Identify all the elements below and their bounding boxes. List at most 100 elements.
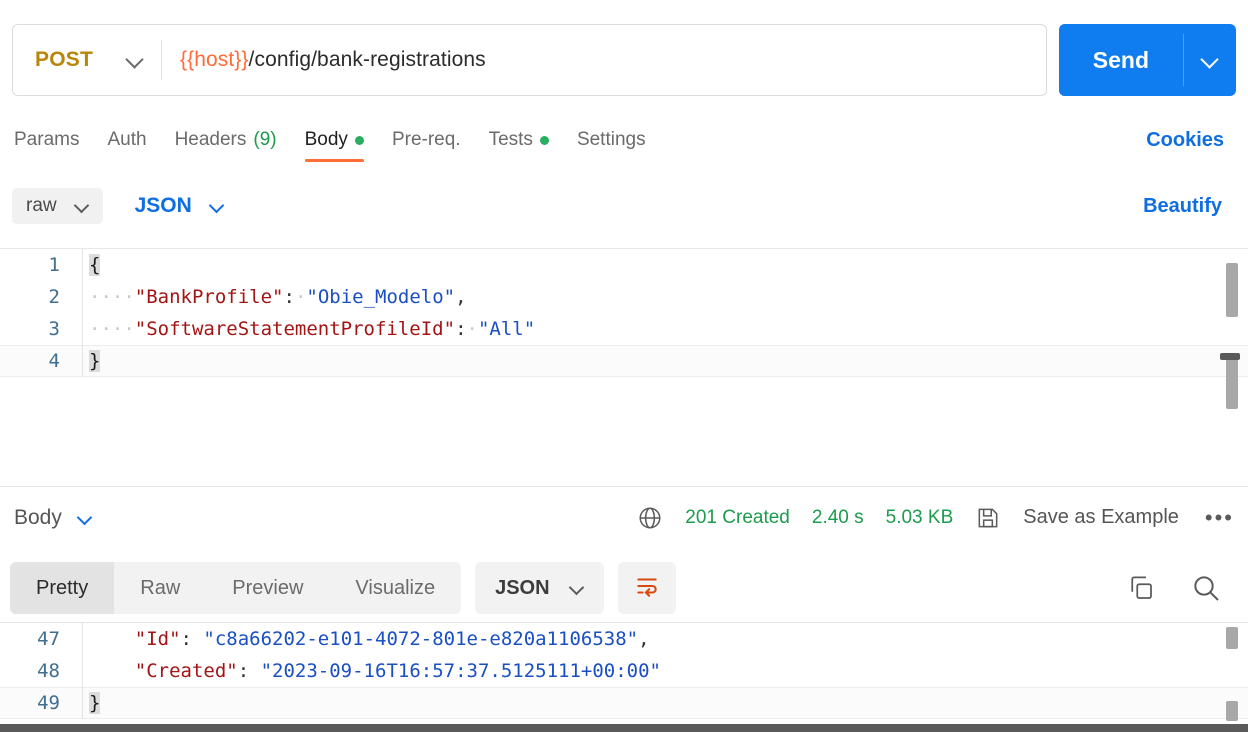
line-number: 4 <box>48 350 60 372</box>
line-number: 48 <box>37 660 60 682</box>
code-token: · <box>466 318 478 340</box>
response-actions <box>1126 572 1238 604</box>
code-token: ···· <box>89 286 135 308</box>
response-size: 5.03 KB <box>885 506 954 528</box>
code-line[interactable]: 47 "Id": "c8a66202-e101-4072-801e-e820a1… <box>0 623 1248 655</box>
response-body-label: Body <box>14 505 62 529</box>
tab-pretty[interactable]: Pretty <box>10 562 115 614</box>
code-line[interactable]: 2 ····"BankProfile":·"Obie_Modelo", <box>0 281 1248 313</box>
response-status: 201 Created <box>685 506 790 528</box>
code-line[interactable]: 4} <box>0 345 1248 377</box>
url-input-container[interactable]: POST {{host}}/config/bank-registrations <box>12 24 1047 96</box>
cookies-link[interactable]: Cookies <box>1146 118 1236 162</box>
word-wrap-toggle[interactable] <box>617 562 676 614</box>
line-number: 3 <box>48 318 60 340</box>
line-number: 47 <box>37 628 60 650</box>
floppy-save-icon[interactable] <box>975 505 1001 531</box>
body-format-selector[interactable]: JSON <box>123 187 236 225</box>
send-button[interactable]: Send <box>1058 24 1183 96</box>
tab-label: Pre-req. <box>391 129 461 150</box>
tab-label: Auth <box>107 129 147 150</box>
tab-preview[interactable]: Preview <box>206 562 329 614</box>
copy-icon[interactable] <box>1126 573 1156 603</box>
code-token: } <box>89 350 101 372</box>
response-view-tabs: Pretty Raw Preview Visualize <box>10 562 462 614</box>
code-token: , <box>455 286 467 308</box>
url-bar-row: POST {{host}}/config/bank-registrations … <box>0 0 1248 120</box>
response-time: 2.40 s <box>811 506 864 528</box>
response-body-editor[interactable]: 47 "Id": "c8a66202-e101-4072-801e-e820a1… <box>0 622 1248 732</box>
code-token: , <box>638 628 650 650</box>
postman-request-response-view: POST {{host}}/config/bank-registrations … <box>0 0 1248 732</box>
code-token: } <box>89 692 101 714</box>
code-text: "Created": "2023-09-16T16:57:37.5125111+… <box>83 655 661 687</box>
code-line[interactable]: 3 ····"SoftwareStatementProfileId":·"All" <box>0 313 1248 345</box>
code-token: "c8a66202-e101-4072-801e-e820a1106538" <box>203 628 639 650</box>
tab-raw[interactable]: Raw <box>114 562 206 614</box>
line-number: 1 <box>48 254 60 276</box>
code-token: "Created" <box>134 660 238 682</box>
response-editor-horizontal-scrollbar[interactable] <box>0 724 1248 732</box>
code-token: ···· <box>89 318 135 340</box>
tab-headers[interactable]: Headers (9) <box>161 118 291 162</box>
code-token: · <box>294 286 307 308</box>
http-method-selector[interactable]: POST <box>13 25 161 95</box>
code-token: { <box>89 254 101 276</box>
tab-label: Body <box>304 129 348 150</box>
tab-label: Headers <box>174 129 247 150</box>
code-token: "Id" <box>134 628 181 650</box>
url-input[interactable]: {{host}}/config/bank-registrations <box>162 48 1046 72</box>
code-token: : <box>180 628 204 650</box>
response-code-area[interactable]: 47 "Id": "c8a66202-e101-4072-801e-e820a1… <box>0 623 1248 719</box>
response-editor-scrollbar-lower[interactable] <box>1226 701 1238 721</box>
tab-pre-request[interactable]: Pre-req. <box>378 118 475 162</box>
code-line[interactable]: 1{ <box>0 249 1248 281</box>
code-token: "2023-09-16T16:57:37.5125111+00:00" <box>260 660 661 682</box>
tab-label: Tests <box>488 129 533 150</box>
tab-body[interactable]: Body <box>291 118 378 162</box>
search-icon[interactable] <box>1190 572 1222 604</box>
request-code-area[interactable]: 1{2 ····"BankProfile":·"Obie_Modelo", 3 ···… <box>0 249 1248 377</box>
response-format-label: JSON <box>495 576 550 599</box>
code-token: "All" <box>477 318 536 340</box>
tab-params[interactable]: Params <box>12 118 93 162</box>
tab-visualize[interactable]: Visualize <box>329 562 461 614</box>
ellipsis-horizontal-icon[interactable]: ••• <box>1201 505 1234 531</box>
response-meta-group: 201 Created 2.40 s 5.03 KB Save as Examp… <box>637 505 1234 531</box>
send-options-button[interactable] <box>1184 24 1236 96</box>
line-number: 49 <box>37 692 60 714</box>
request-editor-scrollbar-lower[interactable] <box>1226 359 1238 409</box>
response-body-selector[interactable]: Body <box>14 506 92 530</box>
chevron-down-icon <box>78 511 92 525</box>
code-line[interactable]: 49} <box>0 687 1248 719</box>
beautify-link[interactable]: Beautify <box>1143 195 1236 218</box>
headers-count: (9) <box>253 129 277 150</box>
code-line[interactable]: 48 "Created": "2023-09-16T16:57:37.51251… <box>0 655 1248 687</box>
response-editor-scrollbar[interactable] <box>1226 627 1238 649</box>
chevron-down-icon <box>210 199 224 213</box>
tab-settings[interactable]: Settings <box>563 118 660 162</box>
response-view-toolbar: Pretty Raw Preview Visualize JSON <box>0 556 1248 620</box>
body-type-row: raw JSON Beautify <box>0 176 1248 236</box>
tab-auth[interactable]: Auth <box>93 118 160 162</box>
request-body-editor[interactable]: 1{2 ····"BankProfile":·"Obie_Modelo", 3 ···… <box>0 248 1248 486</box>
line-number: 2 <box>48 286 60 308</box>
code-token: "SoftwareStatementProfileId" <box>134 318 456 340</box>
tab-tests[interactable]: Tests <box>475 118 563 162</box>
url-variable: {{host}} <box>179 48 249 71</box>
request-tabs: Params Auth Headers (9) Body Pre-req. Te… <box>0 118 1248 166</box>
globe-icon <box>637 505 663 531</box>
chevron-down-icon <box>127 52 143 68</box>
request-editor-horizontal-scrollbar[interactable] <box>1220 353 1240 360</box>
save-as-example-button[interactable]: Save as Example <box>1023 506 1179 529</box>
send-button-group[interactable]: Send <box>1058 24 1236 96</box>
word-wrap-icon <box>634 573 660 604</box>
response-format-selector[interactable]: JSON <box>475 562 604 614</box>
request-editor-scrollbar[interactable] <box>1226 263 1238 317</box>
body-format-label: JSON <box>134 194 192 217</box>
body-mode-selector[interactable]: raw <box>12 188 103 224</box>
code-text: ····"BankProfile":·"Obie_Modelo", <box>83 281 467 313</box>
code-text: } <box>83 345 101 377</box>
